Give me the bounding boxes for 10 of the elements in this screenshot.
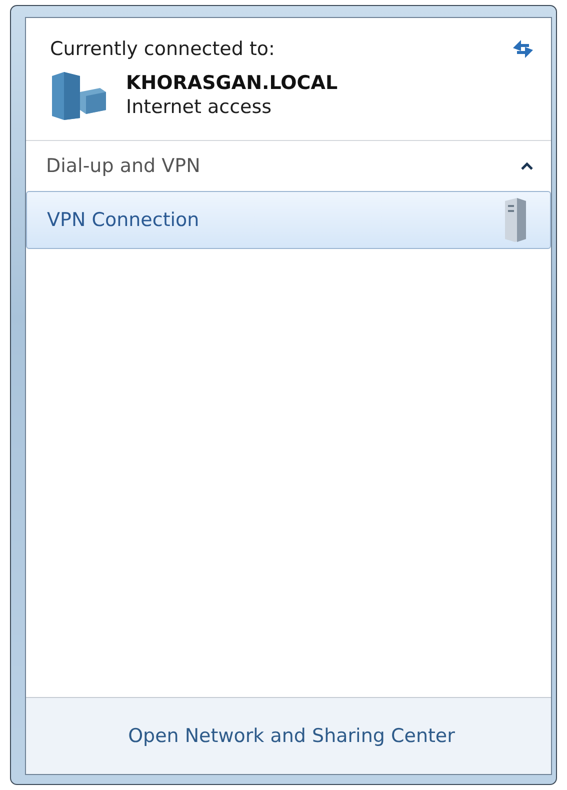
- connection-name: VPN Connection: [47, 209, 200, 231]
- vpn-connection-item[interactable]: VPN Connection: [26, 191, 551, 249]
- chevron-up-icon[interactable]: [521, 162, 533, 170]
- network-sharing-center-link[interactable]: Open Network and Sharing Center: [128, 725, 455, 747]
- tower-computer-icon: [502, 197, 528, 243]
- group-title: Dial-up and VPN: [46, 155, 200, 177]
- server-icon: [50, 70, 108, 120]
- network-status: Internet access: [126, 96, 273, 118]
- network-name: KHORASGAN.LOCAL: [126, 72, 338, 94]
- connected-title: Currently connected to:: [50, 38, 275, 60]
